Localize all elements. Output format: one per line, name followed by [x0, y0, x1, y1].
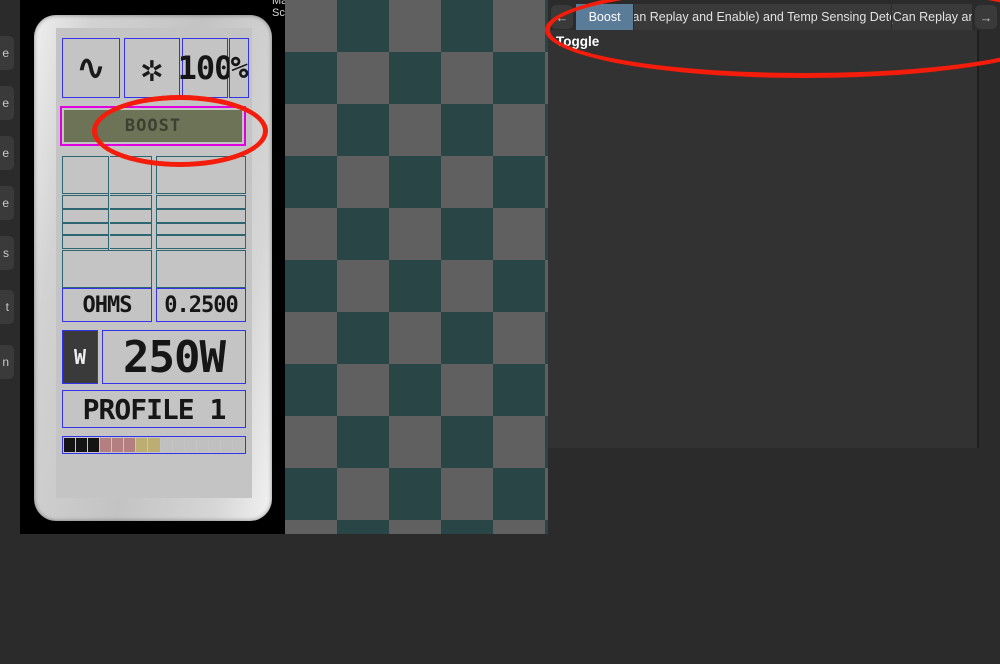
tab-can-replay-enable-temp-sensing[interactable]: (Can Replay and Enable) and Temp Sensing…	[634, 4, 893, 30]
control-empty-12[interactable]	[156, 250, 246, 288]
watt-value: 250W	[123, 331, 226, 383]
control-ohms-label[interactable]: OHMS	[62, 288, 152, 322]
device-preview-area: ∿ ✲ 100 % BOOST OHMS 0.2500 W 250W PROFI…	[20, 0, 307, 534]
control-waveform[interactable]: ∿	[62, 38, 120, 98]
canvas-checkerboard[interactable]	[285, 0, 548, 534]
control-ohms-value[interactable]: 0.2500	[156, 288, 246, 322]
segment-8	[160, 438, 172, 452]
control-gear[interactable]: ✲	[124, 38, 180, 98]
segment-6	[136, 438, 148, 452]
canvas-below-fill	[0, 534, 548, 664]
control-empty-7[interactable]	[62, 223, 152, 235]
control-empty-6[interactable]	[156, 209, 246, 223]
control-boost-selected[interactable]: BOOST	[60, 106, 246, 146]
segment-10	[184, 438, 196, 452]
sidebar-item-label: s	[3, 246, 9, 260]
watt-badge-label: W	[63, 331, 97, 383]
inspector-panel: ← Boost (Can Replay and Enable) and Temp…	[548, 0, 1000, 664]
device-screen[interactable]: ∿ ✲ 100 % BOOST OHMS 0.2500 W 250W PROFI…	[56, 28, 252, 498]
sidebar-item-6[interactable]: n	[0, 345, 14, 379]
control-empty-3[interactable]	[62, 195, 152, 209]
device-shell: ∿ ✲ 100 % BOOST OHMS 0.2500 W 250W PROFI…	[34, 15, 272, 521]
segment-9	[172, 438, 184, 452]
battery-percent-value: 100	[177, 49, 234, 87]
inspector-sheet	[548, 30, 978, 448]
sidebar-item-label: t	[5, 300, 9, 314]
segment-13	[220, 438, 232, 452]
tab-forward-button[interactable]: →	[974, 5, 997, 29]
sidebar-item-3[interactable]: e	[0, 186, 14, 220]
boost-button-label: BOOST	[64, 110, 242, 142]
sidebar-item-label: e	[2, 146, 9, 160]
control-percent-sign[interactable]: %	[229, 38, 249, 98]
segment-1	[76, 438, 88, 452]
control-empty-10[interactable]	[156, 235, 246, 249]
ohms-label: OHMS	[82, 292, 133, 318]
sidebar-item-label: n	[2, 355, 9, 369]
profile-label: PROFILE 1	[82, 392, 227, 426]
panel-divider	[978, 30, 979, 448]
segment-12	[208, 438, 220, 452]
control-empty-2[interactable]	[156, 156, 246, 194]
segment-5	[124, 438, 136, 452]
segment-11	[196, 438, 208, 452]
control-empty-8[interactable]	[156, 223, 246, 235]
control-battery-percent[interactable]: 100	[177, 38, 234, 98]
control-empty-11[interactable]	[62, 250, 152, 288]
control-empty-5[interactable]	[62, 209, 152, 223]
control-empty-1[interactable]	[62, 156, 152, 194]
sidebar-item-label: e	[2, 46, 9, 60]
tab-boost[interactable]: Boost	[576, 4, 635, 30]
control-watt-value[interactable]: 250W	[102, 330, 246, 384]
segment-7	[148, 438, 160, 452]
sidebar-item-5[interactable]: t	[0, 290, 14, 324]
control-guide-line	[108, 156, 110, 250]
control-empty-4[interactable]	[156, 195, 246, 209]
ohms-value: 0.2500	[164, 292, 238, 318]
control-segment-bar[interactable]	[62, 436, 246, 454]
waveform-icon: ∿	[76, 48, 106, 88]
segment-4	[112, 438, 124, 452]
segment-0	[64, 438, 76, 452]
sidebar-item-label: e	[2, 196, 9, 210]
segment-14	[232, 438, 244, 452]
control-profile[interactable]: PROFILE 1	[62, 390, 246, 428]
tab-bar: ← Boost (Can Replay and Enable) and Temp…	[548, 4, 1000, 30]
sidebar-item-label: e	[2, 96, 9, 110]
percent-sign: %	[230, 50, 248, 86]
control-watt-badge[interactable]: W	[62, 330, 98, 384]
sidebar-item-1[interactable]: e	[0, 86, 14, 120]
segment-3	[100, 438, 112, 452]
section-title: Toggle	[556, 34, 600, 49]
control-empty-9[interactable]	[62, 235, 152, 249]
tab-back-button[interactable]: ←	[551, 5, 574, 29]
gear-icon: ✲	[140, 46, 164, 90]
tab-can-replay-an[interactable]: (Can Replay an	[892, 4, 972, 30]
sidebar-item-0[interactable]: e	[0, 36, 14, 70]
app-root: e e e e s t n ∿ ✲ 100 % BOOST OHMS 0.250…	[0, 0, 1000, 664]
sidebar-item-2[interactable]: e	[0, 136, 14, 170]
segment-2	[88, 438, 100, 452]
sidebar-item-4[interactable]: s	[0, 236, 14, 270]
